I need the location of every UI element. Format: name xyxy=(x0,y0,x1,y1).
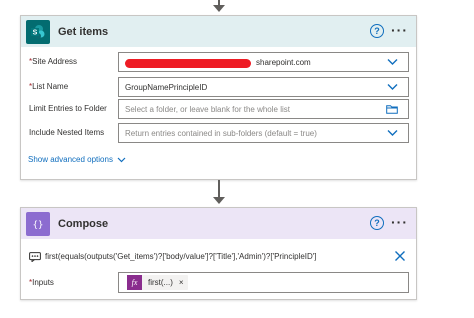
site-address-value: sharepoint.com xyxy=(256,58,311,67)
svg-text:S: S xyxy=(33,29,38,36)
compose-title: Compose xyxy=(58,217,109,230)
chevron-down-icon[interactable] xyxy=(387,83,398,91)
expression-row[interactable]: first(equals(outputs('Get_items')?['body… xyxy=(21,246,416,268)
help-icon[interactable]: ? xyxy=(370,216,384,230)
limit-folder-row: Limit Entries to Folder Select a folder,… xyxy=(21,99,416,123)
get-items-header[interactable]: S Get items ? ··· xyxy=(21,16,416,47)
redaction-mark xyxy=(125,59,251,68)
get-items-title: Get items xyxy=(58,25,109,38)
show-advanced-options-label: Show advanced options xyxy=(28,155,113,164)
site-address-label: *Site Address xyxy=(29,57,78,66)
more-options-icon[interactable]: ··· xyxy=(391,23,408,37)
limit-folder-input[interactable]: Select a folder, or leave blank for the … xyxy=(118,99,409,119)
list-name-row: *List Name GroupNamePrincipleID xyxy=(21,77,416,101)
inputs-field[interactable]: fx first(...) × xyxy=(118,272,409,293)
chevron-down-icon xyxy=(117,157,126,162)
chevron-down-icon[interactable] xyxy=(387,58,398,66)
limit-folder-label: Limit Entries to Folder xyxy=(29,104,107,113)
list-name-label: *List Name xyxy=(29,82,69,91)
nested-items-label: Include Nested Items xyxy=(29,128,105,137)
site-address-dropdown[interactable]: sharepoint.com xyxy=(118,52,409,72)
function-icon: fx xyxy=(127,275,142,290)
site-address-row: *Site Address sharepoint.com xyxy=(21,52,416,76)
folder-icon[interactable] xyxy=(386,105,398,114)
inputs-row: *Inputs fx first(...) × xyxy=(21,272,416,296)
limit-folder-placeholder: Select a folder, or leave blank for the … xyxy=(125,105,290,114)
close-icon[interactable] xyxy=(394,250,406,262)
more-options-icon[interactable]: ··· xyxy=(391,215,408,229)
compose-icon: {} xyxy=(26,211,50,236)
get-items-card: S Get items ? ··· *Site Address sharepoi… xyxy=(20,15,417,180)
nested-items-placeholder: Return entries contained in sub-folders … xyxy=(125,129,317,138)
nested-items-row: Include Nested Items Return entries cont… xyxy=(21,123,416,147)
token-label: first(...) xyxy=(148,278,173,287)
compose-header[interactable]: {} Compose ? ··· xyxy=(21,208,416,239)
show-advanced-options-link[interactable]: Show advanced options xyxy=(28,155,126,164)
compose-card: {} Compose ? ··· first(equals(outputs('G… xyxy=(20,207,417,300)
list-name-dropdown[interactable]: GroupNamePrincipleID xyxy=(118,77,409,97)
remove-token-icon[interactable]: × xyxy=(179,278,184,287)
list-name-value: GroupNamePrincipleID xyxy=(125,83,208,92)
svg-text:{}: {} xyxy=(33,220,44,230)
chevron-down-icon[interactable] xyxy=(387,129,398,137)
nested-items-dropdown[interactable]: Return entries contained in sub-folders … xyxy=(118,123,409,143)
expression-icon xyxy=(29,252,41,262)
sharepoint-icon: S xyxy=(26,19,50,44)
help-icon[interactable]: ? xyxy=(370,24,384,38)
expression-text[interactable]: first(equals(outputs('Get_items')?['body… xyxy=(45,252,317,261)
inputs-label: *Inputs xyxy=(29,278,54,287)
dynamic-content-token[interactable]: fx first(...) × xyxy=(127,275,188,290)
